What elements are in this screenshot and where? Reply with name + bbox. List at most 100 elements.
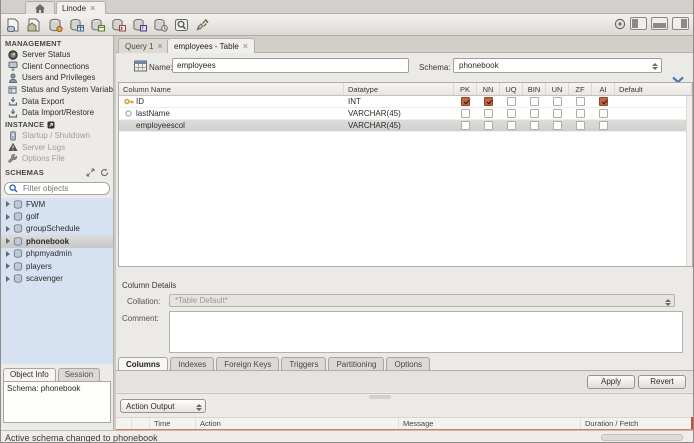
table-row-id[interactable]: ID INT bbox=[119, 96, 692, 108]
create-function-icon[interactable]: f bbox=[131, 17, 148, 33]
pk-checkbox[interactable] bbox=[461, 109, 470, 118]
sidebar-item-server-logs[interactable]: Server Logs bbox=[1, 142, 113, 154]
horizontal-scrollbar-thumb[interactable] bbox=[601, 434, 683, 441]
col-header-time[interactable]: Time bbox=[150, 418, 196, 429]
expand-arrow-icon[interactable] bbox=[6, 275, 10, 282]
home-tab[interactable] bbox=[25, 1, 55, 14]
schema-item-players[interactable]: players bbox=[1, 260, 113, 272]
table-row-employeescol[interactable]: employeescol VARCHAR(45) bbox=[119, 120, 692, 132]
expand-arrow-icon[interactable] bbox=[6, 263, 10, 270]
pk-checkbox[interactable] bbox=[461, 97, 470, 106]
ai-checkbox[interactable] bbox=[599, 121, 608, 130]
action-output-selector[interactable]: Action Output bbox=[120, 399, 206, 413]
search-table-data-icon[interactable] bbox=[173, 17, 190, 33]
tab-employees-table[interactable]: employees - Table × bbox=[167, 38, 256, 53]
connection-tab-linode[interactable]: Linode × bbox=[56, 1, 106, 14]
ai-checkbox[interactable] bbox=[599, 97, 608, 106]
bin-checkbox[interactable] bbox=[530, 109, 539, 118]
col-header-un[interactable]: UN bbox=[546, 83, 569, 95]
col-header-message[interactable]: Message bbox=[399, 418, 581, 429]
sidebar-item-client-connections[interactable]: Client Connections bbox=[1, 61, 113, 73]
col-header-zf[interactable]: ZF bbox=[569, 83, 592, 95]
tab-indexes[interactable]: Indexes bbox=[170, 357, 215, 371]
tab-options[interactable]: Options bbox=[386, 357, 431, 371]
col-header-action[interactable]: Action bbox=[196, 418, 399, 429]
tab-object-info[interactable]: Object Info bbox=[3, 368, 56, 381]
toggle-bottom-panel-button[interactable] bbox=[651, 17, 668, 30]
close-icon[interactable]: × bbox=[157, 42, 162, 51]
col-header-datatype[interactable]: Datatype bbox=[344, 83, 454, 95]
reconnect-dbms-icon[interactable] bbox=[194, 17, 211, 33]
expand-arrow-icon[interactable] bbox=[6, 201, 10, 208]
close-icon[interactable]: × bbox=[243, 42, 248, 51]
refresh-schemas-icon[interactable] bbox=[100, 168, 109, 177]
schema-item-phpmyadmin[interactable]: phpmyadmin bbox=[1, 248, 113, 260]
sidebar-item-users-privileges[interactable]: Users and Privileges bbox=[1, 72, 113, 84]
sidebar-item-options-file[interactable]: Options File bbox=[1, 153, 113, 165]
create-procedure-icon[interactable] bbox=[110, 17, 127, 33]
nn-checkbox[interactable] bbox=[484, 121, 493, 130]
uq-checkbox[interactable] bbox=[507, 121, 516, 130]
create-schema-icon[interactable] bbox=[47, 17, 64, 33]
sidebar-item-server-status[interactable]: Server Status bbox=[1, 49, 113, 61]
tab-query-1[interactable]: Query 1 × bbox=[118, 38, 170, 53]
bin-checkbox[interactable] bbox=[530, 121, 539, 130]
col-header-pk[interactable]: PK bbox=[454, 83, 477, 95]
ai-checkbox[interactable] bbox=[599, 109, 608, 118]
default-cell[interactable] bbox=[615, 96, 692, 107]
open-sql-script-icon[interactable] bbox=[26, 17, 43, 33]
nn-checkbox[interactable] bbox=[484, 109, 493, 118]
col-header-default[interactable]: Default bbox=[615, 83, 692, 95]
tab-foreign-keys[interactable]: Foreign Keys bbox=[216, 357, 280, 371]
default-cell[interactable] bbox=[615, 120, 692, 131]
table-row-lastname[interactable]: lastName VARCHAR(45) bbox=[119, 108, 692, 120]
tab-columns[interactable]: Columns bbox=[118, 357, 169, 371]
schema-item-scavenger[interactable]: scavenger bbox=[1, 272, 113, 284]
un-checkbox[interactable] bbox=[553, 109, 562, 118]
uq-checkbox[interactable] bbox=[507, 109, 516, 118]
spinner-arrows-icon[interactable] bbox=[650, 61, 659, 71]
tab-partitioning[interactable]: Partitioning bbox=[328, 357, 385, 371]
table-name-input[interactable] bbox=[172, 58, 409, 73]
expand-panel-icon[interactable] bbox=[86, 168, 95, 177]
pk-checkbox[interactable] bbox=[461, 121, 470, 130]
collation-select[interactable]: *Table Default* bbox=[169, 294, 675, 307]
zf-checkbox[interactable] bbox=[576, 97, 585, 106]
expand-arrow-icon[interactable] bbox=[6, 225, 10, 232]
schema-item-golf[interactable]: golf bbox=[1, 210, 113, 222]
nn-checkbox[interactable] bbox=[484, 97, 493, 106]
col-header-ai[interactable]: AI bbox=[592, 83, 615, 95]
schema-filter-input[interactable] bbox=[21, 183, 101, 194]
zf-checkbox[interactable] bbox=[576, 109, 585, 118]
close-icon[interactable]: × bbox=[90, 4, 95, 13]
sidebar-item-data-export[interactable]: Data Export bbox=[1, 95, 113, 107]
sidebar-item-startup-shutdown[interactable]: Startup / Shutdown bbox=[1, 130, 113, 142]
un-checkbox[interactable] bbox=[553, 97, 562, 106]
schema-filter[interactable] bbox=[4, 182, 110, 195]
expand-arrow-icon[interactable] bbox=[6, 250, 10, 257]
apply-button[interactable]: Apply bbox=[587, 375, 635, 389]
tab-triggers[interactable]: Triggers bbox=[281, 357, 327, 371]
col-header-uq[interactable]: UQ bbox=[500, 83, 523, 95]
comment-textarea[interactable] bbox=[169, 311, 683, 353]
tab-session[interactable]: Session bbox=[57, 368, 101, 381]
new-query-tab-icon[interactable] bbox=[5, 17, 22, 33]
schema-item-phonebook[interactable]: phonebook bbox=[1, 235, 113, 248]
sidebar-item-status-system-variables[interactable]: Status and System Variables bbox=[1, 84, 113, 96]
bin-checkbox[interactable] bbox=[530, 97, 539, 106]
col-header-nn[interactable]: NN bbox=[477, 83, 500, 95]
schema-item-fwm[interactable]: FWM bbox=[1, 198, 113, 210]
toggle-right-panel-button[interactable] bbox=[672, 17, 689, 30]
schema-item-groupschedule[interactable]: groupSchedule bbox=[1, 223, 113, 235]
zf-checkbox[interactable] bbox=[576, 121, 585, 130]
col-header-bin[interactable]: BIN bbox=[523, 83, 546, 95]
grid-vertical-scrollbar[interactable] bbox=[686, 96, 692, 266]
create-table-icon[interactable] bbox=[68, 17, 85, 33]
col-header-duration[interactable]: Duration / Fetch bbox=[581, 418, 693, 429]
create-view-icon[interactable] bbox=[89, 17, 106, 33]
expand-arrow-icon[interactable] bbox=[6, 213, 10, 220]
schema-select[interactable]: phonebook bbox=[453, 58, 662, 73]
panel-splitter-handle[interactable] bbox=[369, 395, 391, 399]
sidebar-item-data-import[interactable]: Data Import/Restore bbox=[1, 107, 113, 119]
spinner-arrows-icon[interactable] bbox=[663, 297, 672, 307]
